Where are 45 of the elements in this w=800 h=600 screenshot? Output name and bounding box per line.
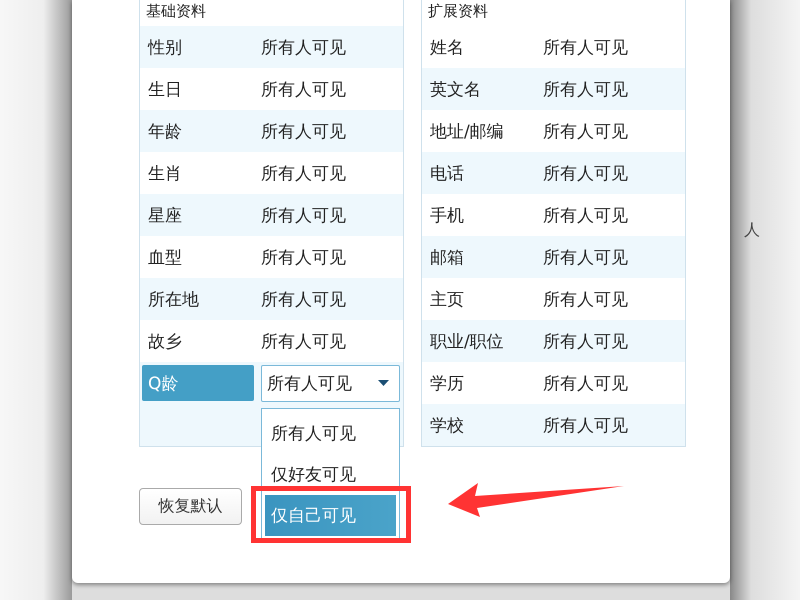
panel-title: 扩展资料: [427, 1, 489, 22]
visibility-value: 所有人可见: [543, 288, 628, 310]
field-label: 地址/邮编: [429, 120, 505, 144]
visibility-value: 所有人可见: [261, 120, 346, 142]
visibility-value: 所有人可见: [261, 246, 346, 268]
visibility-dropdown[interactable]: 所有人可见: [261, 364, 400, 402]
visibility-value: 所有人可见: [261, 78, 346, 100]
caret-icon: [378, 380, 389, 386]
field-label: 电话: [429, 162, 465, 186]
dropdown-option[interactable]: 仅好友可见: [265, 454, 396, 495]
field-label: 姓名: [429, 36, 465, 60]
field-label: 英文名: [429, 78, 482, 102]
restore-default-button[interactable]: 恢复默认: [139, 488, 242, 525]
visibility-value: 所有人可见: [261, 288, 346, 310]
dropdown-option[interactable]: 所有人可见: [265, 413, 396, 454]
field-label: 职业/职位: [429, 330, 505, 354]
field-label: 所在地: [147, 288, 200, 312]
field-label: 学历: [429, 372, 465, 396]
field-label: 生肖: [147, 162, 183, 186]
visibility-value: 所有人可见: [543, 414, 628, 436]
field-label: Q龄: [142, 365, 254, 401]
panel-title: 基础资料: [145, 1, 207, 22]
visibility-value: 所有人可见: [543, 78, 628, 100]
field-label: 星座: [147, 204, 183, 228]
visibility-value: 所有人可见: [261, 204, 346, 226]
visibility-value: 所有人可见: [261, 330, 346, 352]
field-label: 故乡: [147, 330, 183, 354]
visibility-value: 所有人可见: [543, 204, 628, 226]
field-label: 主页: [429, 288, 465, 312]
visibility-value: 所有人可见: [543, 372, 628, 394]
field-label: 手机: [429, 204, 465, 228]
field-label: 邮箱: [429, 246, 465, 270]
visibility-value: 所有人可见: [543, 36, 628, 58]
field-label: 年龄: [147, 120, 183, 144]
visibility-value: 所有人可见: [543, 246, 628, 268]
field-label: 血型: [147, 246, 183, 270]
visibility-value: 所有人可见: [543, 162, 628, 184]
field-label: 学校: [429, 414, 465, 438]
field-label: 性别: [146, 36, 183, 60]
background-text: 人: [744, 220, 761, 241]
visibility-value: 所有人可见: [261, 36, 346, 58]
field-label: 生日: [147, 78, 183, 102]
visibility-value: 所有人可见: [543, 120, 628, 142]
visibility-value: 所有人可见: [543, 330, 628, 352]
visibility-value: 所有人可见: [261, 162, 346, 184]
